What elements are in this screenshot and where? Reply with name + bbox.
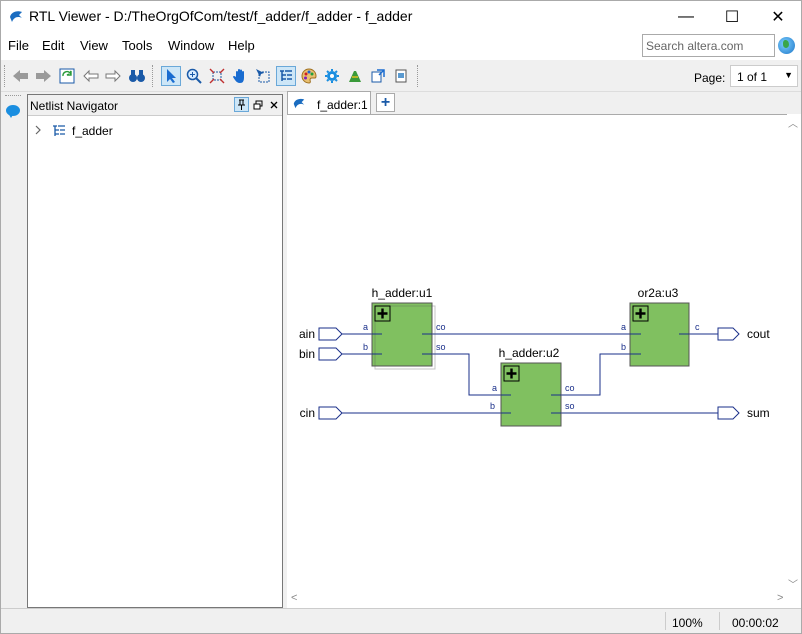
chevron-right-icon[interactable] [34,125,46,138]
close-panel-icon[interactable] [266,97,281,112]
toolbar-grip [152,65,155,87]
close-button[interactable]: ✕ [755,1,801,32]
pin-label-bin: bin [299,347,315,361]
block-name-u2: h_adder:u2 [499,346,560,360]
block-or2a-u3[interactable]: or2a:u3 a b c [621,286,700,367]
dock-grip [5,95,21,98]
page-dropdown[interactable]: 1 of 1 ▼ [730,65,798,87]
gear-icon[interactable] [322,66,342,86]
forward-arrow-icon[interactable] [33,66,53,86]
navigator-header: Netlist Navigator [28,95,282,116]
maximize-button[interactable]: ☐ [709,1,755,32]
wizard-icon[interactable] [345,66,365,86]
port-a: a [621,322,626,332]
port-b: b [621,342,626,352]
scroll-right-icon[interactable]: > [777,592,783,604]
toolbar-grip [417,65,420,87]
print-page-icon[interactable] [391,66,411,86]
port-a: a [492,383,497,393]
port-co: co [565,383,575,393]
rtl-viewer-window: RTL Viewer - D:/TheOrgOfCom/test/f_adder… [0,0,802,634]
block-name-u1: h_adder:u1 [372,286,433,300]
netlist-tree-icon[interactable] [276,66,296,86]
menu-edit[interactable]: Edit [42,38,64,53]
hand-tool-icon[interactable] [230,66,250,86]
title-bar: RTL Viewer - D:/TheOrgOfCom/test/f_adder… [1,1,801,32]
menu-view[interactable]: View [80,38,108,53]
status-separator [719,612,720,630]
block-h-adder-u2[interactable]: h_adder:u2 a b co so [490,346,575,427]
scroll-up-icon[interactable]: ︿ [788,115,798,130]
menu-window[interactable]: Window [168,38,214,53]
refresh-icon[interactable] [57,66,77,86]
toolbar-grip [4,65,7,87]
zoom-level: 100% [672,616,703,630]
toolbar: Page: 1 of 1 ▼ [1,60,801,92]
status-bar: 100% 00:00:02 [1,608,801,633]
schematic-canvas[interactable]: ain bin cin cout sum h_adder:u1 a b co s… [287,114,799,608]
pin-icon[interactable] [234,97,249,112]
output-pin-cout[interactable] [717,327,740,341]
netlist-tree-icon [53,125,65,136]
page-dropdown-value: 1 of 1 [737,70,768,84]
tab-label: f_adder:1 [317,98,368,112]
scroll-down-icon[interactable]: ﹀ [788,576,798,591]
menu-bar: File Edit View Tools Window Help Search … [1,32,801,60]
pin-label-sum: sum [747,406,770,420]
port-c: c [695,322,700,332]
port-b: b [490,401,495,411]
menu-file[interactable]: File [8,38,29,53]
minimize-button[interactable]: — [663,1,709,32]
export-icon[interactable] [368,66,388,86]
input-pin-bin[interactable] [318,347,343,361]
area-select-icon[interactable] [253,66,273,86]
pin-label-cout: cout [747,327,770,341]
hierarchy-down-icon[interactable] [103,66,123,86]
chat-bubble-icon[interactable] [6,105,20,118]
tab-f-adder-1[interactable]: f_adder:1 [287,91,371,114]
input-pin-cin[interactable] [318,406,343,420]
chevron-down-icon: ▼ [784,70,793,80]
netlist-navigator-panel: Netlist Navigator f_adder [27,94,283,608]
page-label: Page: [694,71,726,85]
elapsed-time: 00:00:02 [732,616,779,630]
wire-u1-so [432,353,511,396]
status-separator [665,612,666,630]
menu-help[interactable]: Help [228,38,255,53]
color-palette-icon[interactable] [299,66,319,86]
vertical-scrollbar[interactable]: ︿ ﹀ [787,114,801,608]
port-so: so [436,342,446,352]
port-so: so [565,401,575,411]
tree-item-f-adder[interactable]: f_adder [34,123,113,139]
zoom-tool-icon[interactable] [184,66,204,86]
pin-label-cin: cin [300,406,315,420]
globe-icon[interactable] [778,37,795,54]
block-h-adder-u1[interactable]: h_adder:u1 a b co so [363,286,446,370]
scroll-left-icon[interactable]: < [291,592,297,604]
horizontal-scrollbar[interactable]: < > [287,591,787,607]
binoculars-icon[interactable] [127,66,147,86]
port-a: a [363,322,368,332]
left-dock-strip [1,92,25,612]
port-co: co [436,322,446,332]
output-pin-sum[interactable] [717,406,740,420]
quartus-app-icon [10,11,22,22]
selection-tool-icon[interactable] [161,66,181,86]
fit-window-icon[interactable] [207,66,227,86]
input-pin-ain[interactable] [318,327,343,341]
float-window-icon[interactable] [250,97,265,112]
add-tab-button[interactable]: + [376,93,395,112]
window-title: RTL Viewer - D:/TheOrgOfCom/test/f_adder… [29,8,413,24]
pin-label-ain: ain [299,327,315,341]
block-name-u3: or2a:u3 [638,286,679,300]
schematic-diagram: ain bin cin cout sum h_adder:u1 a b co s… [299,286,770,427]
menu-tools[interactable]: Tools [122,38,152,53]
quartus-tab-icon [293,98,305,109]
hierarchy-up-icon[interactable] [81,66,101,86]
search-input[interactable]: Search altera.com [642,34,775,57]
port-b: b [363,342,368,352]
tree-item-label: f_adder [72,124,113,138]
navigator-title: Netlist Navigator [30,99,119,113]
back-arrow-icon[interactable] [11,66,31,86]
